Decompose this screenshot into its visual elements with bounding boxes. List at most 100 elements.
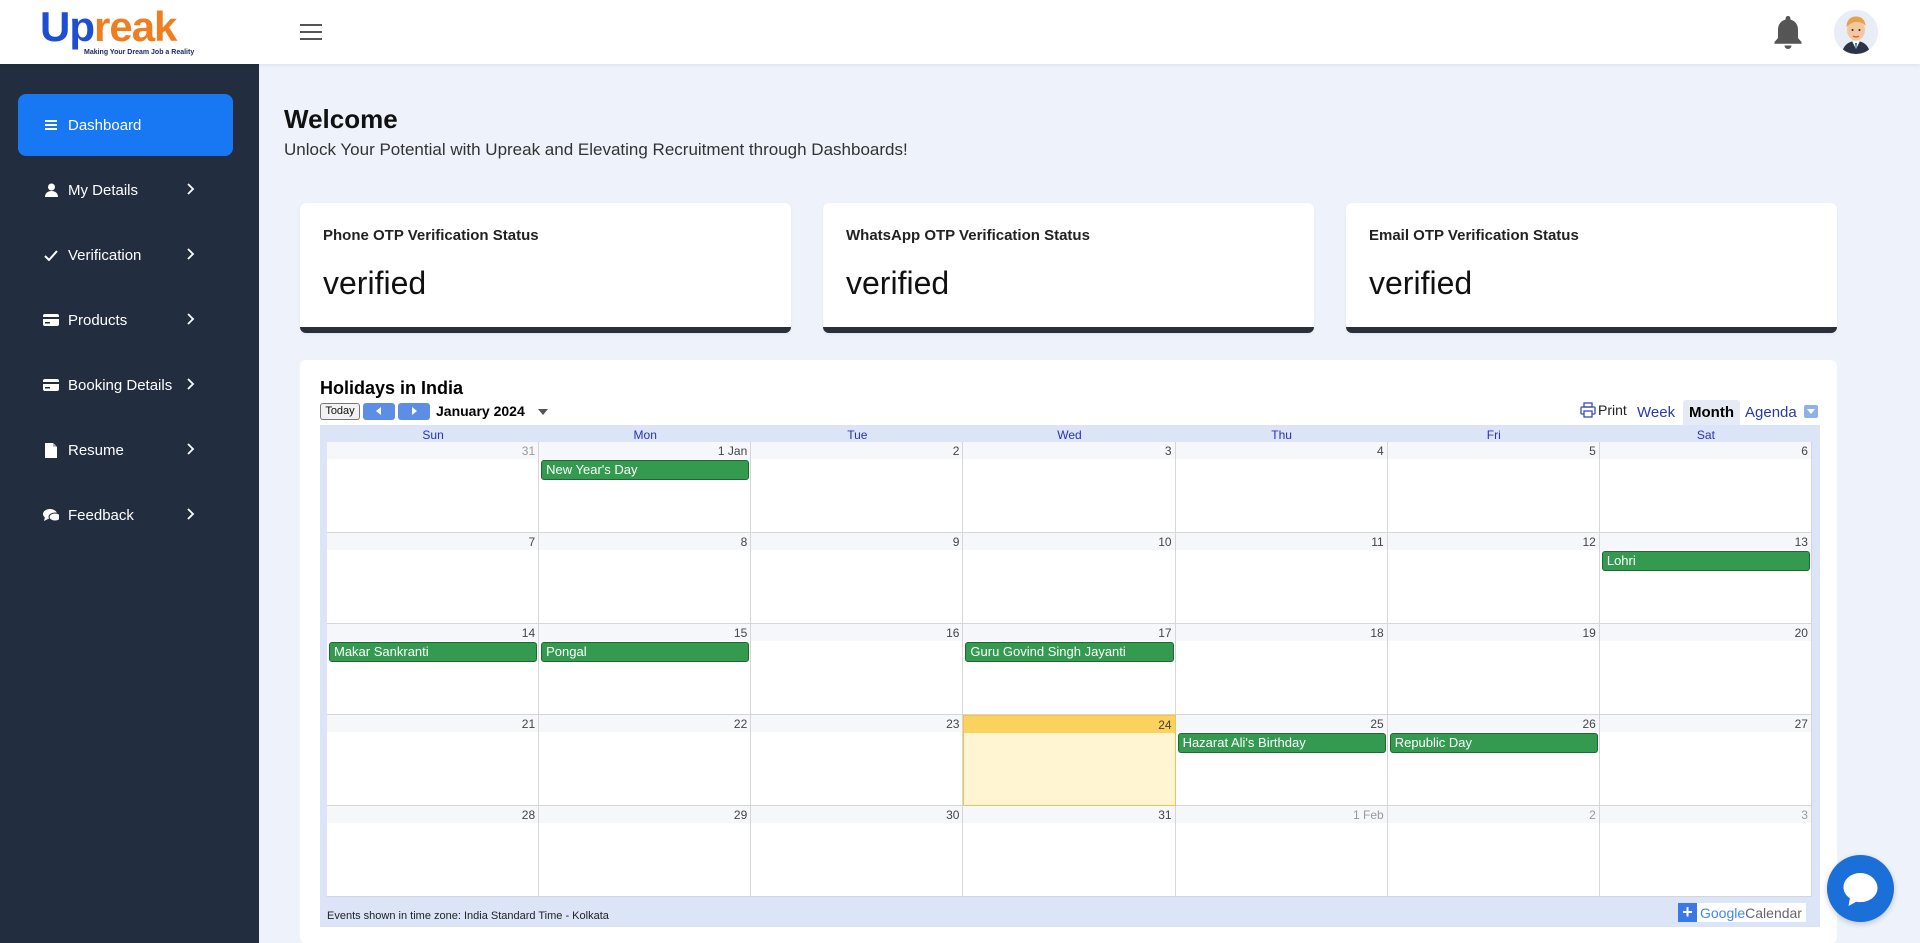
sidebar-item-resume[interactable]: Resume [18,419,233,481]
calendar-event[interactable]: Makar Sankranti [329,642,538,662]
day-number: 22 [733,717,748,731]
calendar-day-cell[interactable]: 19 [1387,624,1600,715]
day-number: 2 [952,444,960,458]
calendar-day-cell[interactable]: 8 [539,533,752,624]
sidebar-item-booking-details[interactable]: Booking Details [18,354,233,416]
day-header: 18 [1175,624,1387,641]
calendar-day-cell[interactable]: 4 [1175,442,1388,533]
today-button[interactable]: Today [320,403,360,420]
day-header: 1 Jan [539,442,751,459]
calendar-day-cell[interactable]: 7 [327,533,540,624]
weekday-header: Mon [633,428,657,442]
calendar-event[interactable]: Hazarat Ali's Birthday [1177,733,1386,753]
google-calendar-button[interactable]: + Google Calendar [1678,903,1806,922]
calendar-day-cell[interactable]: 2 [751,442,964,533]
day-header: 31 [327,442,539,459]
day-number: 26 [1582,717,1596,731]
tab-week[interactable]: Week [1631,400,1681,425]
day-number: 17 [1158,626,1172,640]
calendar-day-cell[interactable]: 3 [963,442,1176,533]
calendar-event[interactable]: Guru Govind Singh Jayanti [965,642,1174,662]
calendar-day-cell[interactable]: 2 [1387,806,1600,897]
calendar-day-cell[interactable]: 1 Feb [1175,806,1388,897]
calendar-day-cell[interactable]: 22 [539,715,752,806]
calendar-day-cell[interactable]: 5 [1387,442,1600,533]
sidebar-item-products[interactable]: Products [18,289,233,351]
calendar-day-cell[interactable]: 20 [1599,624,1812,715]
chat-widget-button[interactable] [1827,855,1894,922]
printer-icon [1580,402,1596,418]
calendar-day-cell[interactable]: 17 [963,624,1176,715]
day-header: 14 [327,624,539,641]
day-header: 11 [1175,533,1387,550]
user-icon [43,182,59,198]
print-button[interactable]: Print [1580,402,1627,418]
next-month-button[interactable] [398,403,430,420]
calendar-day-cell[interactable]: 9 [751,533,964,624]
day-header: 31 [963,806,1175,823]
day-header: 23 [751,715,963,732]
day-header: 19 [1387,624,1599,641]
notification-bell-icon[interactable] [1772,14,1804,50]
calendar-day-cell[interactable]: 3 [1599,806,1812,897]
day-number: 4 [1377,444,1384,458]
tab-month[interactable]: Month [1683,400,1740,425]
day-number: 16 [946,626,960,640]
sidebar-item-verification[interactable]: Verification [18,224,233,286]
calendar-event[interactable]: Lohri [1601,551,1810,571]
upreak-logo[interactable]: Upreak Making Your Dream Job a Reality [40,6,230,60]
chevron-right-icon [187,247,197,263]
day-header: 1 Feb [1175,806,1387,823]
calendar-day-cell[interactable]: 29 [539,806,752,897]
day-header: 13 [1599,533,1811,550]
calendar-day-cell[interactable]: 25 [1175,715,1388,806]
day-number: 30 [946,808,960,822]
calendar-day-cell[interactable]: 31 [327,442,540,533]
user-avatar[interactable] [1834,10,1878,54]
sidebar-item-feedback[interactable]: Feedback [18,484,233,546]
prev-month-button[interactable] [363,403,395,420]
calendar-day-cell[interactable]: 21 [327,715,540,806]
card-icon [43,312,59,328]
day-header: 6 [1599,442,1811,459]
calendar-day-cell[interactable]: 13 [1599,533,1812,624]
calendar-day-cell[interactable]: 18 [1175,624,1388,715]
calendar-day-cell[interactable]: 28 [327,806,540,897]
calendar-day-cell[interactable]: 12 [1387,533,1600,624]
day-number: 3 [1164,444,1172,458]
calendar-day-cell[interactable]: 27 [1599,715,1812,806]
calendar-day-cell[interactable]: 23 [751,715,964,806]
tab-agenda[interactable]: Agenda [1739,400,1803,425]
day-header: 25 [1175,715,1387,732]
card-value: verified [846,265,950,301]
view-dropdown-icon[interactable] [1804,405,1818,418]
calendar-day-cell[interactable]: 15 [539,624,752,715]
calendar-day-cell[interactable]: 6 [1599,442,1812,533]
calendar-day-cell[interactable]: 1 Jan [539,442,752,533]
sidebar-item-my-details[interactable]: My Details [18,159,233,221]
calendar-event[interactable]: New Year's Day [541,460,750,480]
day-header: 27 [1599,715,1811,732]
calendar-day-cell[interactable]: 31 [963,806,1176,897]
sidebar-item-dashboard[interactable]: Dashboard [18,94,233,156]
calendar-day-cell[interactable]: 30 [751,806,964,897]
calendar-day-cell[interactable]: 16 [751,624,964,715]
day-number: 27 [1794,717,1808,731]
top-bar: Upreak Making Your Dream Job a Reality [0,0,1920,64]
chat-bubble-icon [1843,873,1878,906]
day-number: 28 [521,808,536,822]
sidebar-item-label: Feedback [68,506,134,524]
menu-toggle-icon[interactable] [300,24,322,40]
month-dropdown-icon[interactable] [538,409,548,415]
calendar-day-cell[interactable]: 24 [963,715,1176,806]
calendar-day-cell[interactable]: 10 [963,533,1176,624]
day-number: 10 [1158,535,1172,549]
calendar-day-cell[interactable]: 11 [1175,533,1388,624]
calendar-day-cell[interactable]: 14 [327,624,540,715]
calendar-event[interactable]: Pongal [541,642,750,662]
chevron-right-icon [187,182,197,198]
calendar-day-cell[interactable]: 26 [1387,715,1600,806]
day-header: 29 [539,806,751,823]
day-number: 3 [1801,808,1808,822]
calendar-event[interactable]: Republic Day [1389,733,1598,753]
